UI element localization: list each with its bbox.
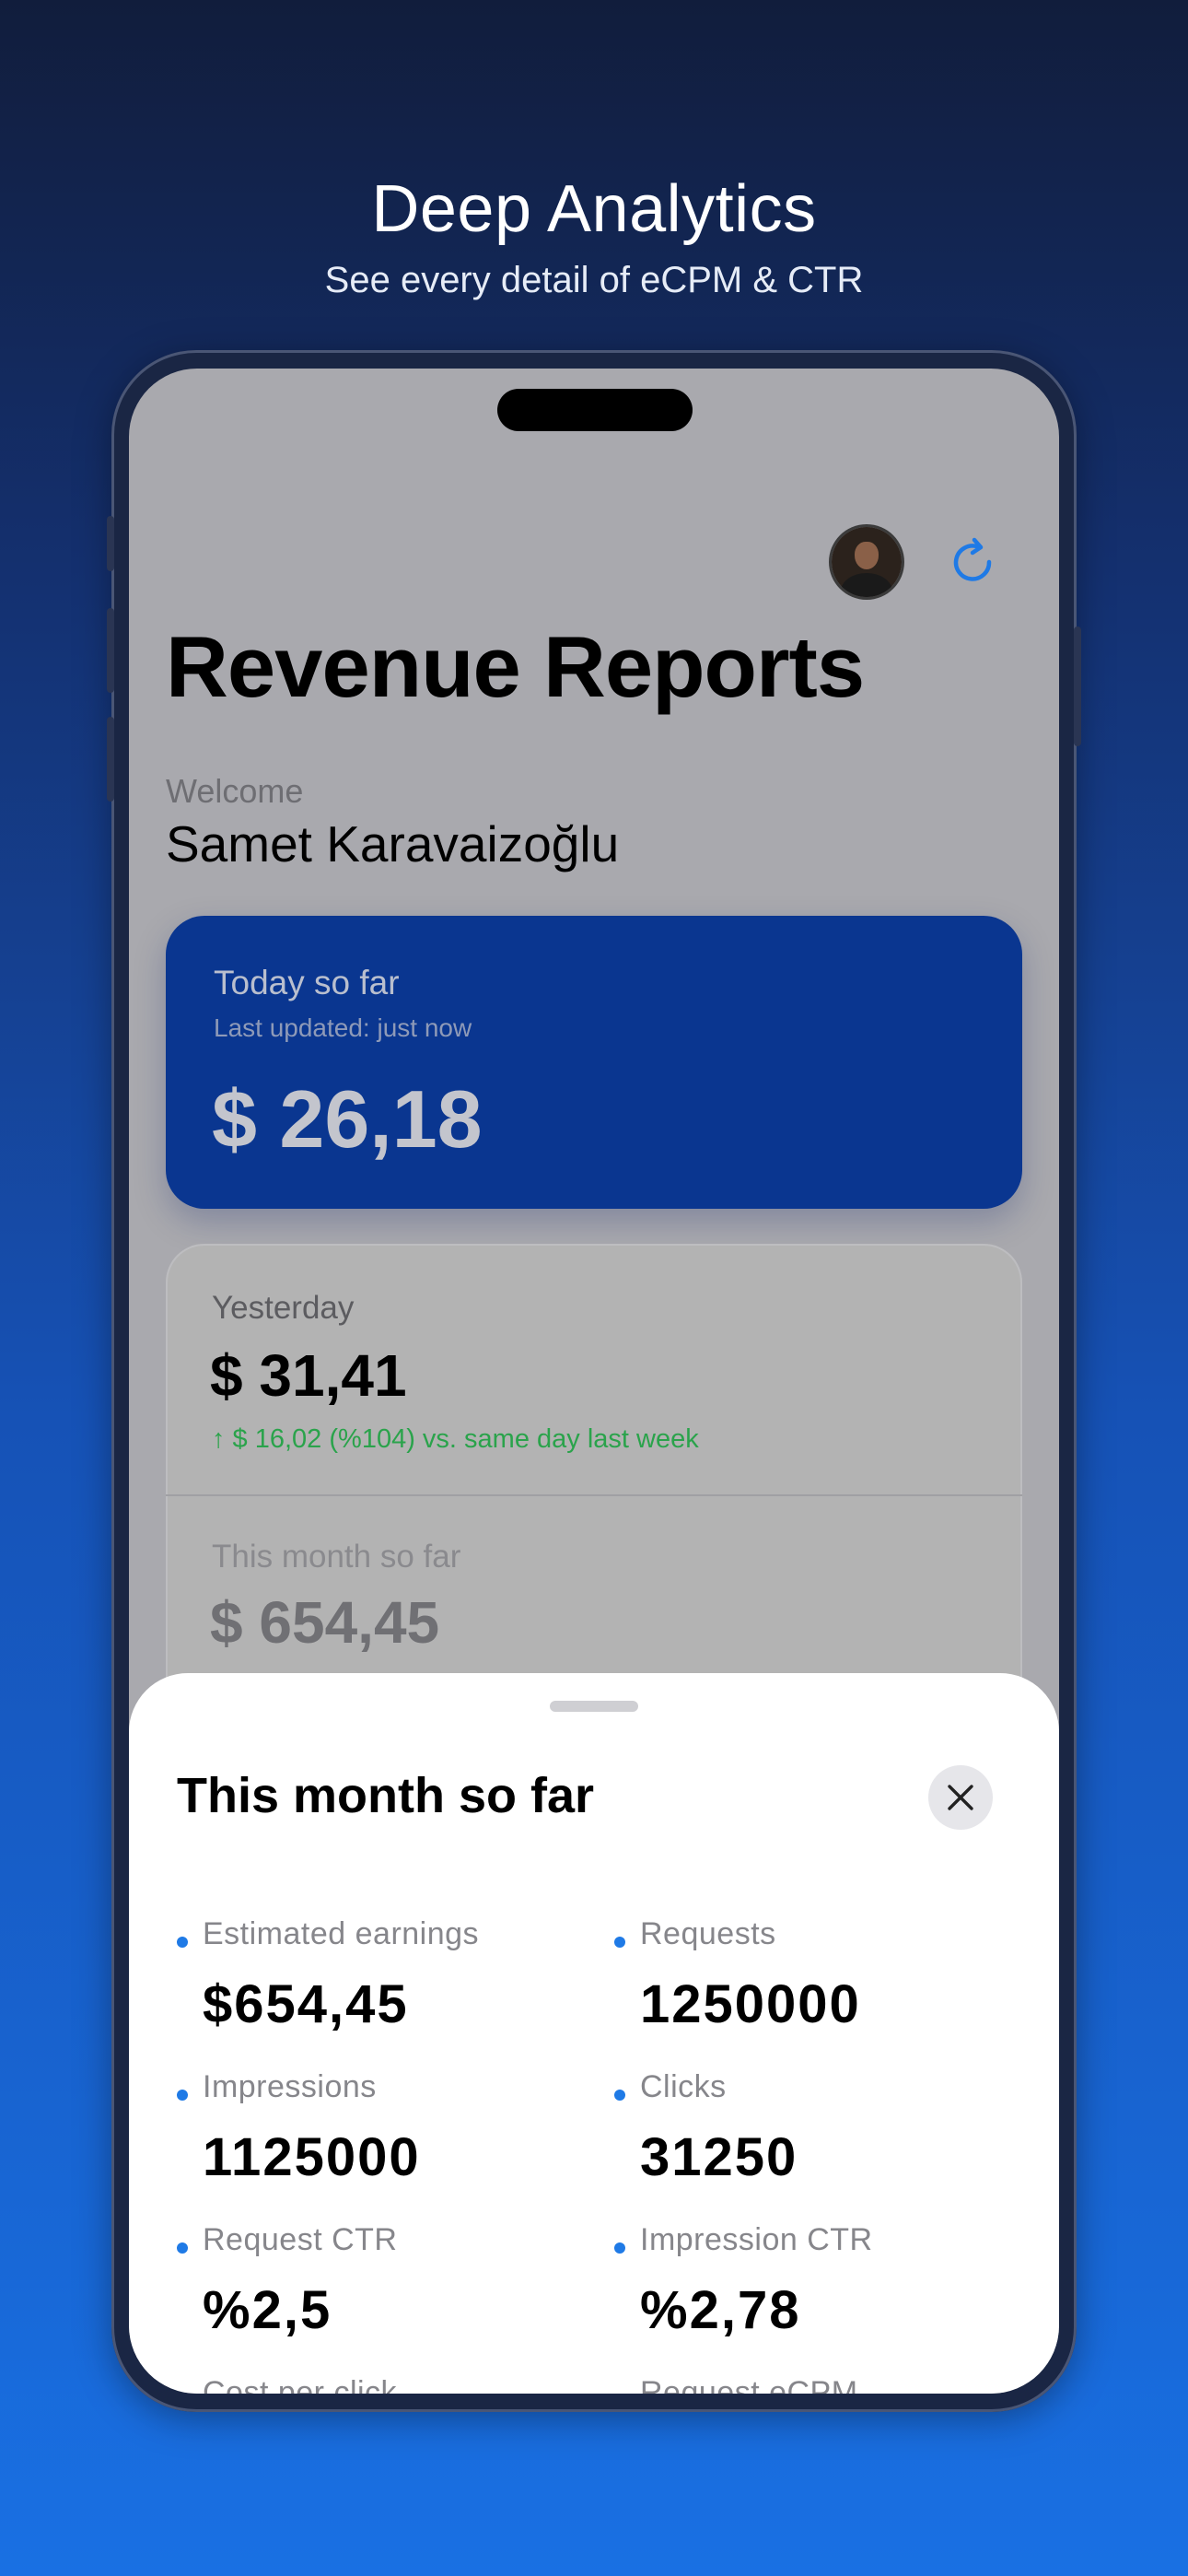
metric-label: Impressions [203, 2069, 377, 2104]
close-icon [948, 1785, 973, 1810]
phone-side-button [107, 516, 114, 571]
metric-label: Impression CTR [640, 2222, 873, 2257]
metric-label: Requests [640, 1916, 776, 1951]
metric-label: Estimated earnings [203, 1916, 480, 1951]
metric-label: Request eCPM [640, 2375, 858, 2394]
user-name: Samet Karavaizoğlu [166, 815, 620, 872]
bullet-dot [614, 2242, 625, 2254]
sheet-grabber[interactable] [550, 1701, 638, 1712]
metric-value: %2,5 [203, 2280, 332, 2340]
refresh-icon[interactable] [947, 534, 1002, 590]
promo-title: Deep Analytics [371, 172, 817, 246]
metric-label: Cost per click [203, 2375, 398, 2394]
phone-side-button [1074, 626, 1081, 746]
divider [166, 1494, 1022, 1496]
metric-value: 31250 [640, 2127, 798, 2187]
phone-screen: Revenue Reports Welcome Samet Karavaizoğ… [129, 369, 1059, 2394]
yesterday-amount: $ 31,41 [210, 1342, 407, 1409]
metric-value: $654,45 [203, 1974, 409, 2034]
phone-side-button [107, 717, 114, 802]
metric-value: 1125000 [203, 2127, 421, 2187]
metric-label: Request CTR [203, 2222, 398, 2257]
today-updated: Last updated: just now [214, 1013, 472, 1042]
avatar-body [841, 573, 892, 597]
metric-value: 1250000 [640, 1974, 861, 2034]
metric-label: Clicks [640, 2069, 727, 2104]
bullet-dot [177, 1937, 188, 1948]
bottom-sheet: This month so far Estimated earnings $65… [129, 1673, 1059, 2394]
yesterday-label: Yesterday [212, 1290, 355, 1326]
metric-value: %2,78 [640, 2280, 801, 2340]
avatar-face [855, 542, 879, 569]
today-title: Today so far [214, 964, 400, 1001]
welcome-label: Welcome [166, 772, 304, 810]
bullet-dot [177, 2090, 188, 2101]
yesterday-change: ↑ $ 16,02 (%104) vs. same day last week [212, 1424, 699, 1454]
dynamic-island [497, 389, 693, 431]
sheet-title: This month so far [177, 1768, 595, 1823]
today-card[interactable]: Today so far Last updated: just now $ 26… [166, 916, 1022, 1209]
bullet-dot [614, 1937, 625, 1948]
phone-side-button [107, 608, 114, 693]
month-label: This month so far [212, 1539, 461, 1575]
close-button[interactable] [928, 1765, 993, 1830]
today-amount: $ 26,18 [212, 1073, 483, 1165]
bullet-dot [177, 2242, 188, 2254]
page-title: Revenue Reports [166, 618, 865, 715]
bullet-dot [614, 2090, 625, 2101]
avatar[interactable] [832, 527, 902, 597]
month-amount: $ 654,45 [210, 1589, 440, 1656]
promo-subtitle: See every detail of eCPM & CTR [324, 260, 864, 300]
